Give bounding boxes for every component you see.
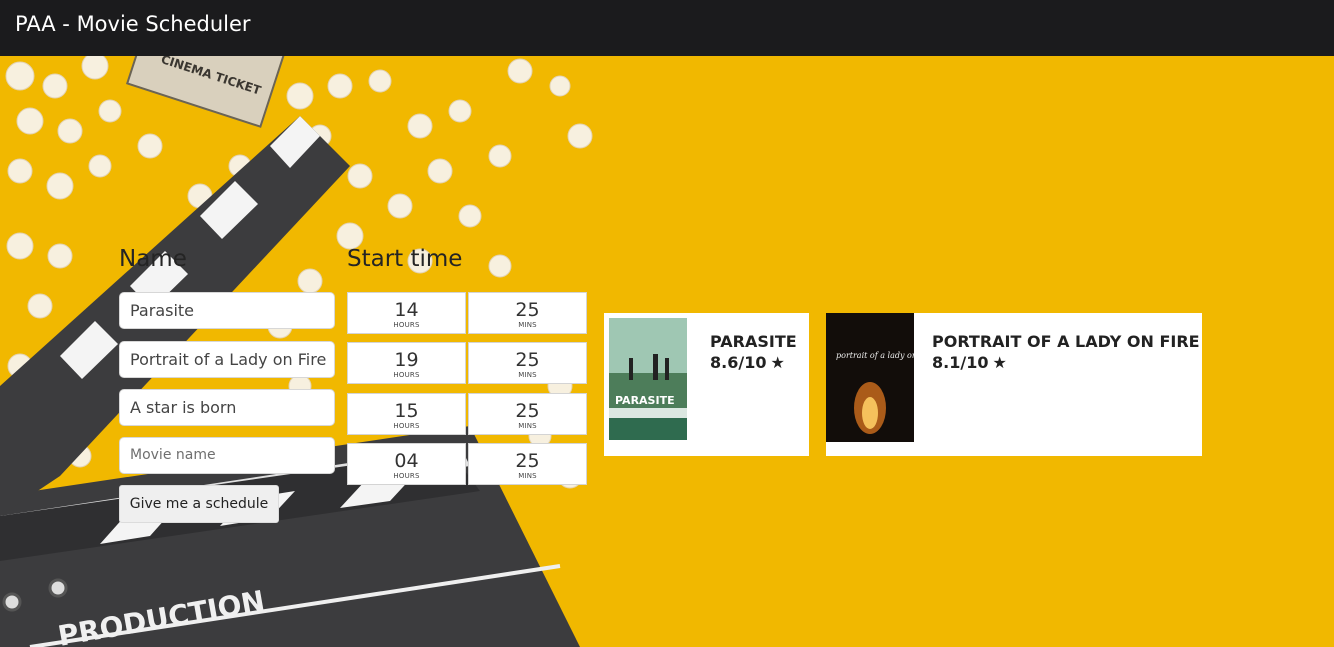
movie-name-input[interactable]: A star is born: [119, 389, 335, 426]
star-icon: ★: [992, 353, 1007, 372]
name-column-header: Name: [119, 246, 187, 272]
hours-value: 19: [394, 349, 419, 371]
svg-text:portrait of a lady on fire: portrait of a lady on fire: [836, 351, 914, 360]
movie-poster: PARASITE: [609, 318, 687, 440]
mins-value: 25: [515, 400, 540, 422]
mins-unit-label: MINS: [518, 371, 537, 379]
mins-unit-label: MINS: [518, 472, 537, 480]
movie-card[interactable]: PARASITE PARASITE 8.6/10 ★: [604, 313, 809, 456]
mins-value: 25: [515, 450, 540, 472]
movie-card[interactable]: portrait of a lady on fire PORTRAIT OF A…: [826, 313, 1202, 456]
mins-unit-label: MINS: [518, 422, 537, 430]
movie-title: PORTRAIT OF A LADY ON FIRE: [932, 332, 1200, 351]
rating-value: 8.1/10: [932, 353, 989, 372]
hours-value: 15: [394, 400, 419, 422]
start-time-column-header: Start time: [347, 246, 463, 272]
star-icon: ★: [770, 353, 785, 372]
hours-unit-label: HOURS: [393, 422, 420, 430]
movie-poster: portrait of a lady on fire: [826, 313, 914, 442]
mins-value: 25: [515, 349, 540, 371]
hours-unit-label: HOURS: [393, 371, 420, 379]
movie-rating: 8.6/10 ★: [710, 353, 785, 372]
hours-unit-label: HOURS: [393, 321, 420, 329]
movie-name-input[interactable]: Portrait of a Lady on Fire: [119, 341, 335, 378]
mins-stepper[interactable]: 25 MINS: [468, 443, 587, 485]
movie-name-input-empty[interactable]: Movie name: [119, 437, 335, 474]
hours-value: 04: [394, 450, 419, 472]
app-title[interactable]: PAA - Movie Scheduler: [15, 12, 251, 36]
svg-text:PARASITE: PARASITE: [615, 394, 675, 407]
hours-value: 14: [394, 299, 419, 321]
hours-stepper[interactable]: 04 HOURS: [347, 443, 466, 485]
movie-title: PARASITE: [710, 332, 797, 351]
top-navbar: PAA - Movie Scheduler: [0, 0, 1334, 56]
mins-stepper[interactable]: 25 MINS: [468, 342, 587, 384]
mins-stepper[interactable]: 25 MINS: [468, 292, 587, 334]
mins-value: 25: [515, 299, 540, 321]
hours-stepper[interactable]: 19 HOURS: [347, 342, 466, 384]
movie-name-input[interactable]: Parasite: [119, 292, 335, 329]
mins-stepper[interactable]: 25 MINS: [468, 393, 587, 435]
hours-unit-label: HOURS: [393, 472, 420, 480]
rating-value: 8.6/10: [710, 353, 767, 372]
mins-unit-label: MINS: [518, 321, 537, 329]
hours-stepper[interactable]: 14 HOURS: [347, 292, 466, 334]
hours-stepper[interactable]: 15 HOURS: [347, 393, 466, 435]
movie-rating: 8.1/10 ★: [932, 353, 1007, 372]
give-me-a-schedule-button[interactable]: Give me a schedule: [119, 485, 279, 523]
